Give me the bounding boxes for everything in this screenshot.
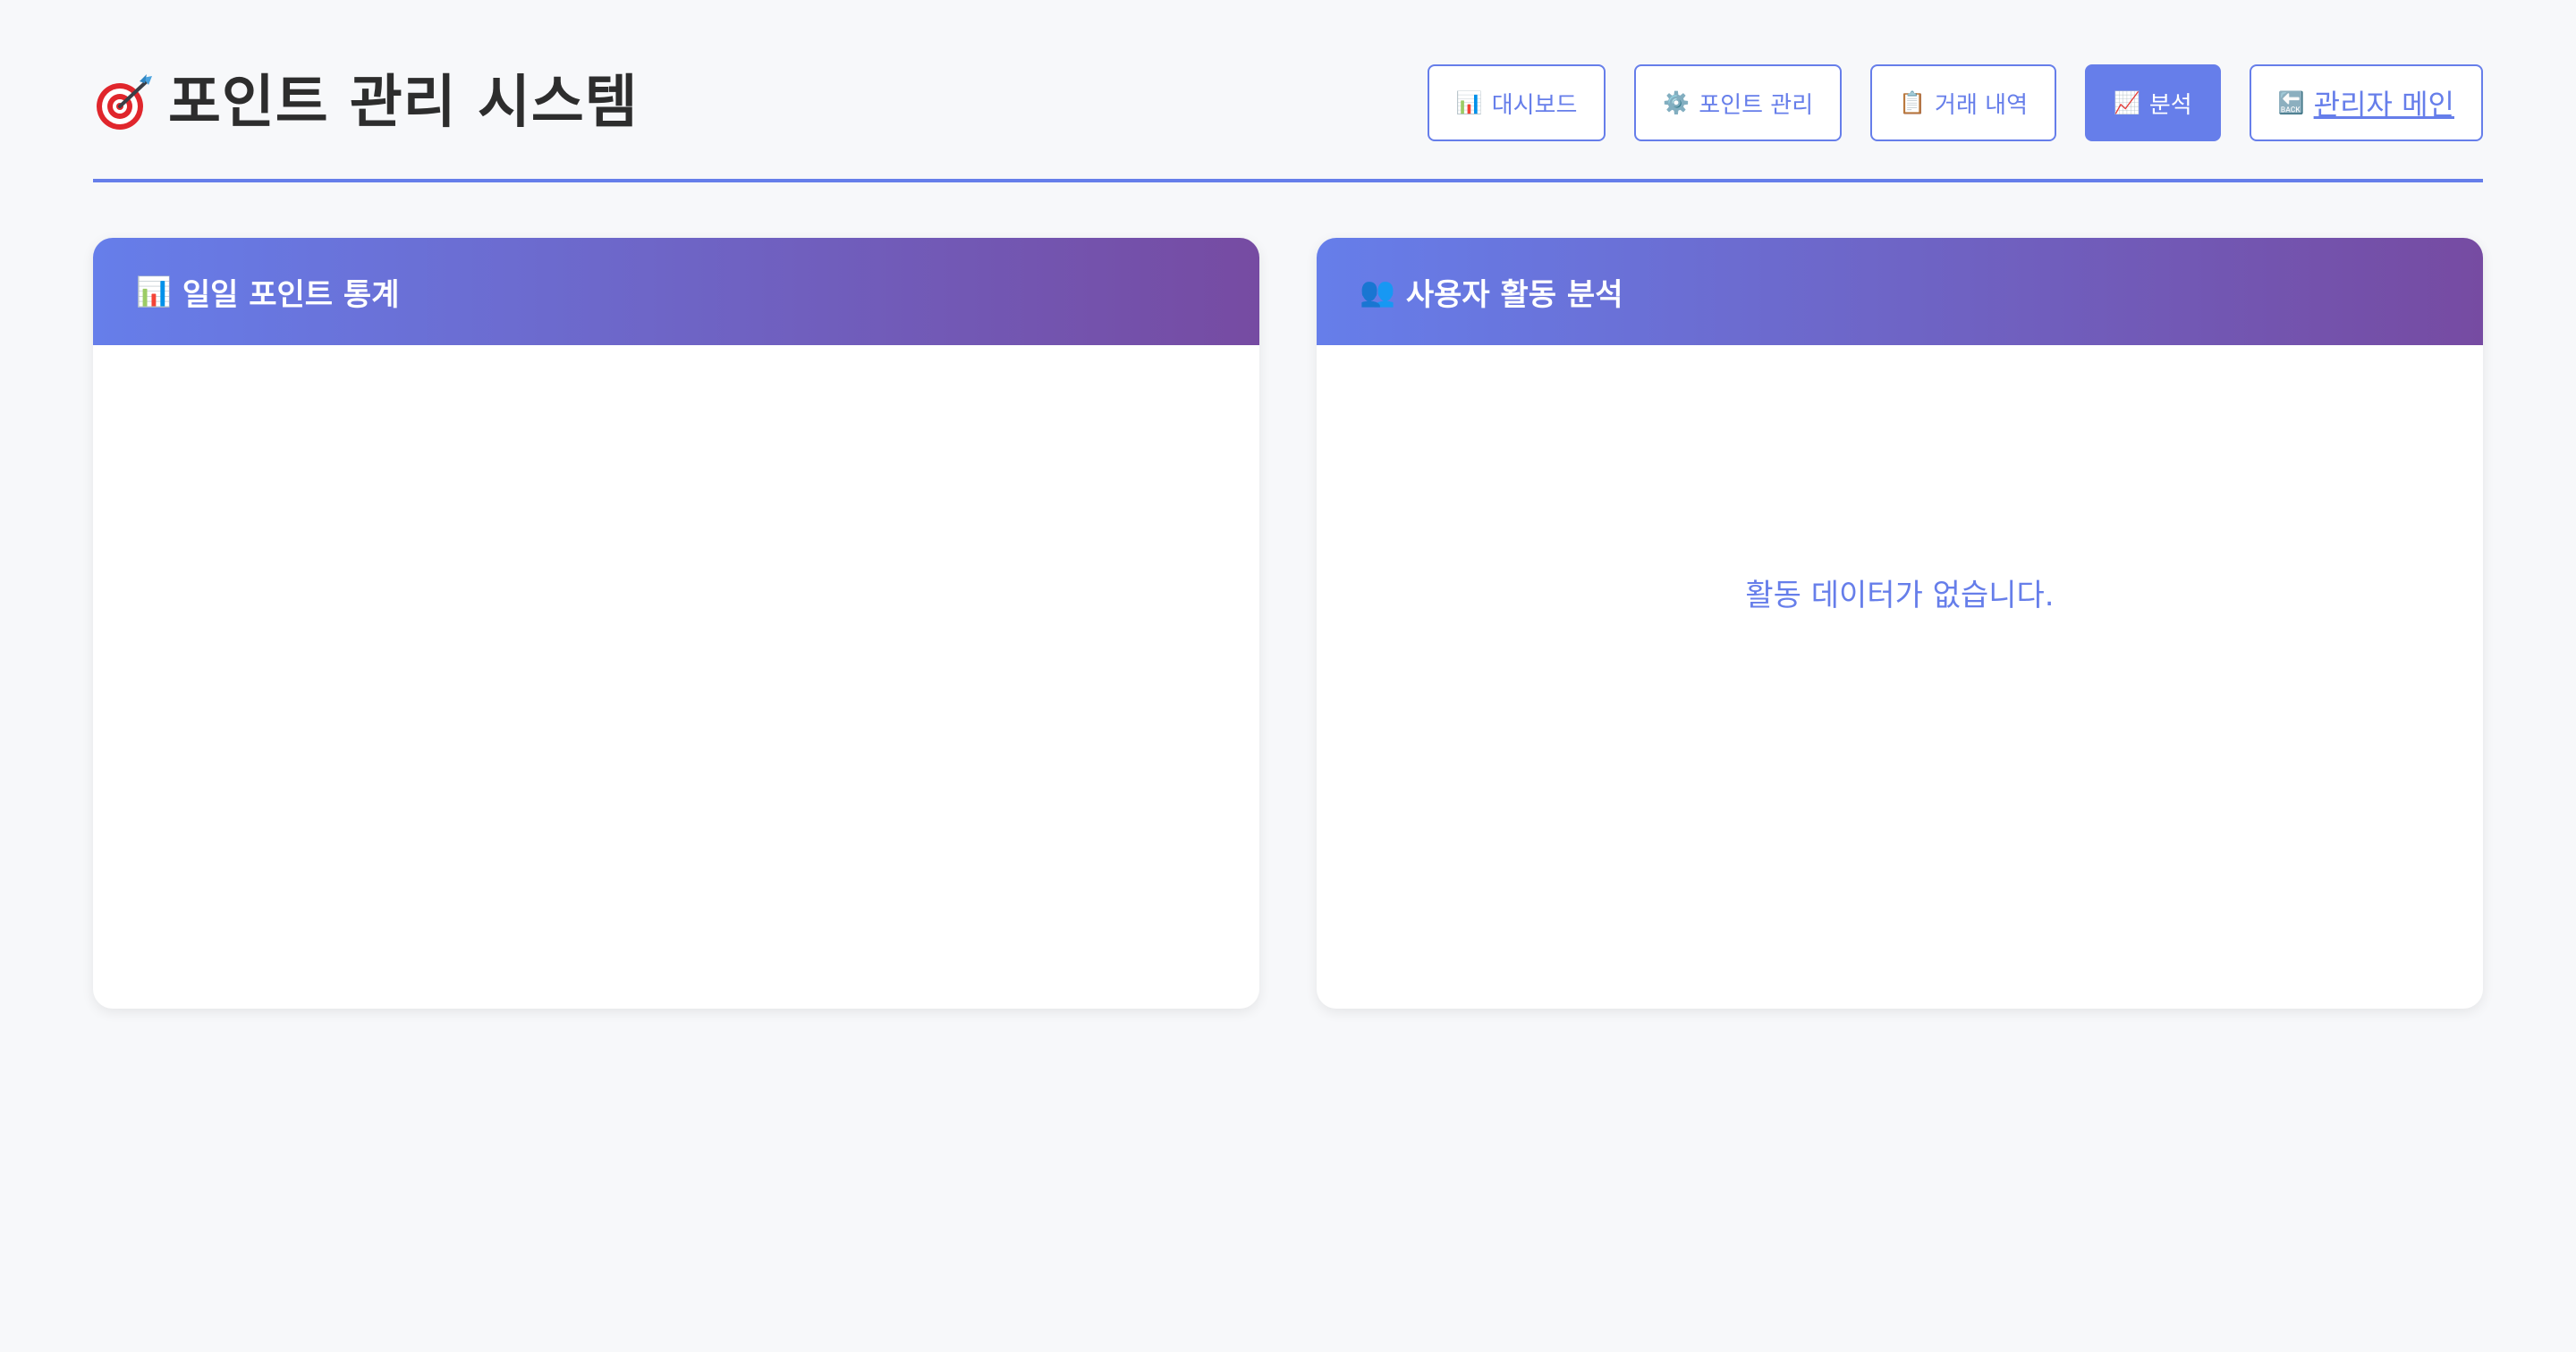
user-activity-body: 활동 데이터가 없습니다. [1317, 345, 2483, 1009]
daily-points-panel: 📊 일일 포인트 통계 [93, 238, 1259, 1009]
gear-icon: ⚙️ [1663, 90, 1690, 115]
clipboard-icon: 📋 [1899, 90, 1927, 115]
transaction-history-button-label: 거래 내역 [1935, 91, 2028, 119]
page-title: 포인트 관리 시스템 [168, 70, 639, 136]
point-management-button[interactable]: ⚙️ 포인트 관리 [1634, 64, 1843, 141]
admin-main-button[interactable]: 🔙 관리자 메인 [2249, 64, 2483, 141]
user-activity-panel: 👥 사용자 활동 분석 활동 데이터가 없습니다. [1317, 238, 2483, 1009]
analytics-button-label: 분석 [2148, 91, 2192, 119]
user-activity-panel-title: 사용자 활동 분석 [1405, 276, 1623, 313]
dashboard-button-label: 대시보드 [1491, 91, 1578, 119]
daily-points-panel-header: 📊 일일 포인트 통계 [93, 238, 1259, 345]
daily-points-panel-title: 일일 포인트 통계 [182, 276, 400, 313]
dashboard-button[interactable]: 📊 대시보드 [1427, 64, 1606, 141]
trending-up-icon: 📈 [2114, 90, 2140, 115]
brand: 포인트 관리 시스템 [93, 63, 639, 143]
point-management-button-label: 포인트 관리 [1699, 91, 1814, 119]
back-arrow-icon: 🔙 [2277, 90, 2305, 115]
admin-main-button-label: 관리자 메인 [2313, 88, 2454, 122]
daily-points-chart-area [93, 345, 1259, 1009]
users-icon: 👥 [1360, 275, 1395, 308]
bar-chart-icon: 📊 [1455, 90, 1483, 115]
user-activity-panel-header: 👥 사용자 활동 분석 [1317, 238, 2483, 345]
target-dart-icon [97, 74, 152, 130]
analytics-button[interactable]: 📈 분석 [2085, 64, 2221, 141]
page-header: 포인트 관리 시스템 📊 대시보드 ⚙️ 포인트 관리 📋 거래 내역 📈 분석… [93, 0, 2483, 182]
bar-chart-icon: 📊 [136, 275, 172, 308]
empty-state-message: 활동 데이터가 없습니다. [1745, 578, 2055, 613]
transaction-history-button[interactable]: 📋 거래 내역 [1870, 64, 2056, 141]
panels: 📊 일일 포인트 통계 👥 사용자 활동 분석 활동 데이터가 없습니다. [93, 238, 2483, 1009]
top-nav: 📊 대시보드 ⚙️ 포인트 관리 📋 거래 내역 📈 분석 🔙 관리자 메인 [1427, 64, 2483, 141]
page: 포인트 관리 시스템 📊 대시보드 ⚙️ 포인트 관리 📋 거래 내역 📈 분석… [93, 0, 2483, 1009]
